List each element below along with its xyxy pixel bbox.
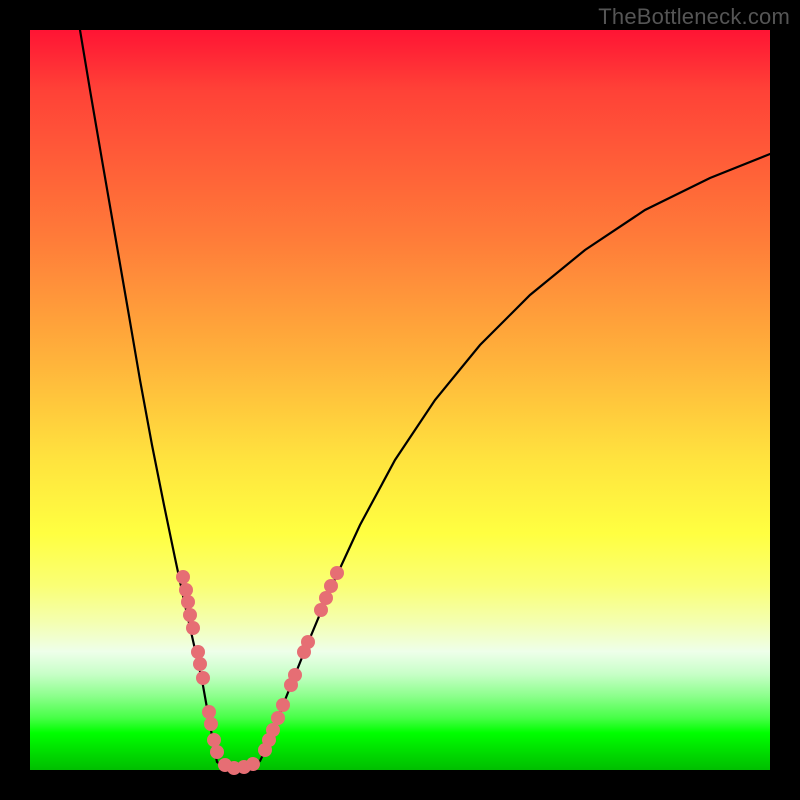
data-marker bbox=[276, 698, 290, 712]
data-marker bbox=[186, 621, 200, 635]
bottleneck-curve bbox=[80, 30, 770, 768]
data-marker bbox=[301, 635, 315, 649]
data-marker bbox=[266, 723, 280, 737]
plot-area bbox=[30, 30, 770, 770]
data-marker bbox=[246, 757, 260, 771]
data-marker bbox=[314, 603, 328, 617]
data-marker bbox=[330, 566, 344, 580]
data-marker bbox=[193, 657, 207, 671]
data-marker bbox=[204, 717, 218, 731]
data-marker bbox=[319, 591, 333, 605]
chart-svg bbox=[30, 30, 770, 770]
watermark-text: TheBottleneck.com bbox=[598, 4, 790, 30]
data-marker bbox=[210, 745, 224, 759]
data-marker bbox=[183, 608, 197, 622]
data-marker bbox=[179, 583, 193, 597]
data-marker bbox=[202, 705, 216, 719]
data-marker bbox=[288, 668, 302, 682]
chart-frame: TheBottleneck.com bbox=[0, 0, 800, 800]
data-marker bbox=[196, 671, 210, 685]
data-marker bbox=[181, 595, 195, 609]
data-marker bbox=[207, 733, 221, 747]
data-marker bbox=[324, 579, 338, 593]
marker-group bbox=[176, 566, 344, 775]
data-marker bbox=[176, 570, 190, 584]
data-marker bbox=[271, 711, 285, 725]
data-marker bbox=[191, 645, 205, 659]
